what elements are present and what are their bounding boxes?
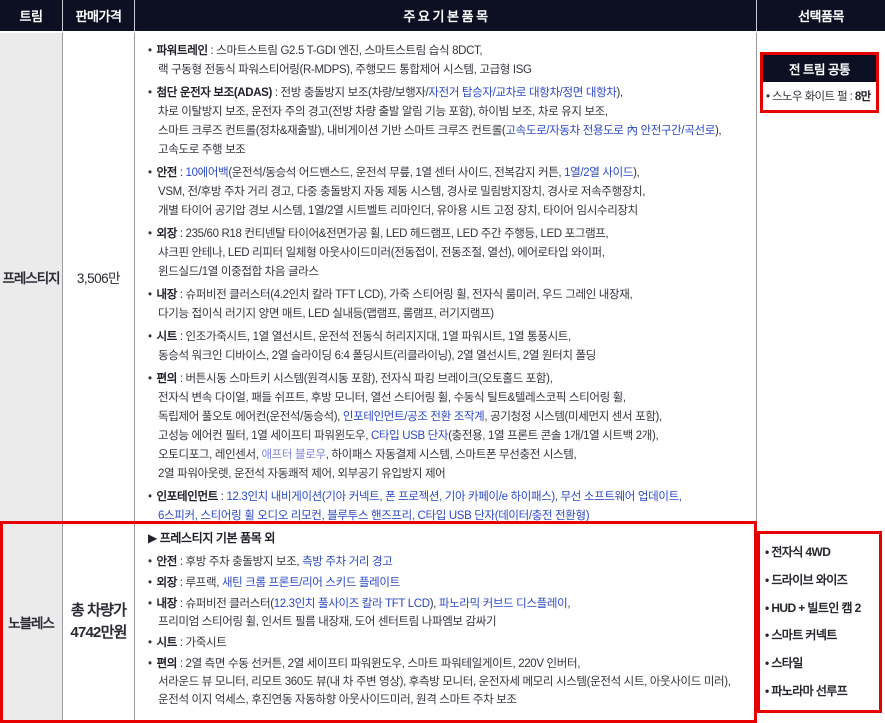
bullet: • bbox=[148, 45, 155, 57]
option-item: • 드라이브 와이즈 bbox=[765, 571, 877, 588]
feature-category-label: 안전 bbox=[157, 167, 177, 179]
option-item: • 스마트 커넥트 bbox=[765, 626, 877, 643]
option-box-common-title: 전 트림 공통 bbox=[763, 55, 876, 82]
column-header-trim: 트림 bbox=[0, 0, 63, 33]
feature-item: • 내장 : 슈퍼비전 클러스터(4.2인치 칼라 TFT LCD), 가죽 스… bbox=[148, 286, 756, 324]
feature-item: • 외장 : 235/60 R18 컨티넨탈 타이어&전면가공 휠, LED 헤… bbox=[148, 225, 756, 282]
feature-category-label: 인포테인먼트 bbox=[157, 491, 218, 503]
column-header-options: 선택품목 bbox=[757, 0, 885, 33]
feature-item: • 편의 : 버튼시동 스마트키 시스템(원격시동 포함), 전자식 파킹 브레… bbox=[148, 370, 756, 484]
main-items-prestige: • 파워트레인 : 스마트스트림 G2.5 T-GDI 엔진, 스마트스트림 습… bbox=[135, 33, 757, 521]
option-item: • 파노라마 선루프 bbox=[765, 682, 877, 699]
feature-item: • 안전 : 10에어백(운전석/동승석 어드밴스드, 운전석 무릎, 1열 센… bbox=[148, 164, 756, 221]
trim-spec-table-page: 트림 판매가격 주 요 기 본 품 목 선택품목 프레스티지 3,506만 • … bbox=[0, 0, 885, 723]
option-item: • 전자식 4WD bbox=[765, 543, 877, 560]
column-header-main-items: 주 요 기 본 품 목 bbox=[135, 0, 757, 33]
feature-category-label: 내장 bbox=[157, 289, 177, 301]
bullet: • bbox=[148, 373, 155, 385]
feature-item: • 편의 : 2열 측면 수동 선커튼, 2열 세이프티 파워윈도우, 스마트 … bbox=[148, 655, 756, 709]
feature-category-label: 외장 bbox=[157, 577, 177, 589]
main-items-noblesse: ▶ 프레스티지 기본 품목 외 • 안전 : 후방 주차 충돌방지 보조, 측방… bbox=[135, 521, 757, 723]
bullet: • bbox=[148, 289, 155, 301]
bullet: • bbox=[148, 491, 155, 503]
feature-category-label: 내장 bbox=[157, 598, 177, 610]
trim-name-prestige: 프레스티지 bbox=[0, 33, 63, 521]
price-noblesse-label: 총 차량가 bbox=[71, 600, 126, 622]
feature-category-label: 시트 bbox=[157, 637, 177, 649]
trim-name-noblesse: 노블레스 bbox=[0, 521, 63, 723]
noblesse-section-header: ▶ 프레스티지 기본 품목 외 bbox=[148, 529, 756, 548]
feature-item: • 내장 : 슈퍼비전 클러스터(12.3인치 풀사이즈 칼라 TFT LCD)… bbox=[148, 595, 756, 631]
option-box-common: 전 트림 공통 • 스노우 화이트 펄 : 8만 bbox=[760, 52, 879, 113]
feature-category-label: 시트 bbox=[157, 331, 177, 343]
price-prestige: 3,506만 bbox=[63, 33, 135, 521]
bullet: • bbox=[148, 228, 155, 240]
feature-category-label: 편의 bbox=[157, 658, 177, 670]
feature-category-label: 외장 bbox=[157, 228, 177, 240]
feature-category-label: 편의 bbox=[157, 373, 177, 385]
feature-item: • 시트 : 인조가죽시트, 1열 열선시트, 운전석 전동식 허리지지대, 1… bbox=[148, 328, 756, 366]
feature-item: • 시트 : 가죽시트 bbox=[148, 634, 756, 652]
feature-category-label: 안전 bbox=[157, 556, 177, 568]
bullet: • bbox=[148, 637, 155, 649]
column-header-price: 판매가격 bbox=[63, 0, 135, 33]
feature-item: • 첨단 운전자 보조(ADAS) : 전방 충돌방지 보조(차량/보행자/자전… bbox=[148, 84, 756, 160]
price-noblesse: 총 차량가 4742만원 bbox=[63, 521, 135, 723]
bullet: • bbox=[148, 598, 155, 610]
bullet: • bbox=[148, 87, 155, 99]
feature-item: • 외장 : 루프랙, 새틴 크롬 프론트/리어 스키드 플레이트 bbox=[148, 574, 756, 592]
price-noblesse-amount: 4742만원 bbox=[70, 622, 126, 644]
feature-item: • 인포테인먼트 : 12.3인치 내비게이션(기아 커넥트, 폰 프로젝션, … bbox=[148, 488, 756, 521]
bullet: • bbox=[148, 331, 155, 343]
bullet: • bbox=[148, 167, 155, 179]
bullet: • bbox=[148, 556, 155, 568]
bullet: • bbox=[148, 658, 155, 670]
feature-category-label: 첨단 운전자 보조(ADAS) bbox=[157, 87, 272, 99]
feature-category-label: 파워트레인 bbox=[157, 45, 208, 57]
option-box-noblesse: • 전자식 4WD • 드라이브 와이즈 • HUD + 빌트인 캠 2 • 스마트 … bbox=[757, 531, 882, 713]
option-common-item: • 스노우 화이트 펄 : 8만 bbox=[763, 82, 876, 110]
noblesse-item-list: • 안전 : 후방 주차 충돌방지 보조, 측방 주차 거리 경고 • 외장 : … bbox=[148, 553, 756, 709]
option-item: • HUD + 빌트인 캠 2 bbox=[765, 599, 877, 616]
feature-item: • 안전 : 후방 주차 충돌방지 보조, 측방 주차 거리 경고 bbox=[148, 553, 756, 571]
option-item: • 스타일 bbox=[765, 654, 877, 671]
spec-table: 트림 판매가격 주 요 기 본 품 목 선택품목 프레스티지 3,506만 • … bbox=[0, 0, 885, 723]
feature-item: • 파워트레인 : 스마트스트림 G2.5 T-GDI 엔진, 스마트스트림 습… bbox=[148, 42, 756, 80]
bullet: • bbox=[148, 577, 155, 589]
